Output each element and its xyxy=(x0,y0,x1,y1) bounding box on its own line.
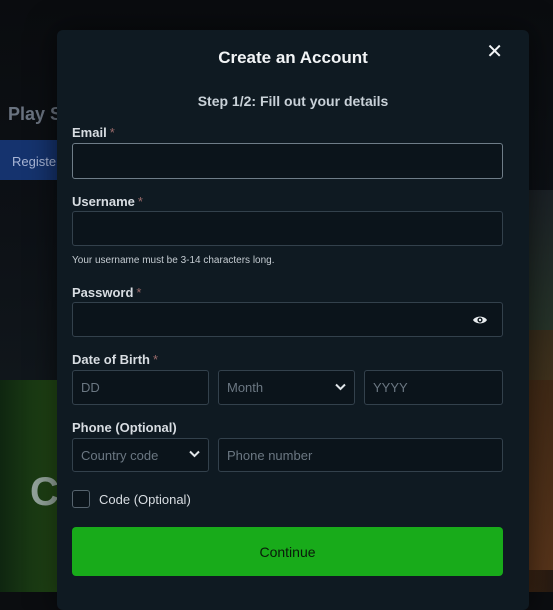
dob-month-value: Month xyxy=(227,380,264,395)
dob-label: Date of Birth * xyxy=(72,352,158,367)
password-field[interactable] xyxy=(72,302,503,337)
dob-year-placeholder: YYYY xyxy=(373,380,408,395)
password-label: Password * xyxy=(72,285,141,300)
eye-icon[interactable] xyxy=(472,312,488,328)
background-register-tab: Registe xyxy=(0,140,60,180)
username-label-text: Username xyxy=(72,194,135,209)
password-label-text: Password xyxy=(72,285,134,300)
code-checkbox[interactable] xyxy=(72,490,90,508)
email-label-text: Email xyxy=(72,125,107,140)
username-hint: Your username must be 3-14 characters lo… xyxy=(72,255,275,266)
close-icon[interactable]: ✕ xyxy=(486,42,503,62)
chevron-down-icon xyxy=(189,449,200,461)
phone-label: Phone (Optional) xyxy=(72,420,177,435)
phone-number-placeholder: Phone number xyxy=(227,447,313,463)
dob-year-field[interactable]: YYYY xyxy=(364,370,503,405)
username-required-marker: * xyxy=(137,194,143,209)
email-field[interactable] xyxy=(72,143,503,179)
email-required-marker: * xyxy=(109,125,115,140)
background-title: Play S xyxy=(8,104,63,124)
password-required-marker: * xyxy=(136,285,142,300)
dob-label-text: Date of Birth xyxy=(72,352,150,367)
code-checkbox-label[interactable]: Code (Optional) xyxy=(99,492,191,507)
country-code-value: Country code xyxy=(81,447,159,463)
username-label: Username * xyxy=(72,194,143,209)
background-letter: C xyxy=(30,470,59,514)
continue-button[interactable]: Continue xyxy=(72,527,503,576)
dob-month-select[interactable]: Month xyxy=(218,370,355,405)
modal-title: Create an Account xyxy=(218,48,368,67)
chevron-down-icon xyxy=(335,382,346,394)
username-field[interactable] xyxy=(72,211,503,246)
phone-number-field[interactable]: Phone number xyxy=(218,438,503,472)
step-indicator: Step 1/2: Fill out your details xyxy=(197,93,389,109)
email-label: Email * xyxy=(72,125,115,140)
dob-required-marker: * xyxy=(153,352,159,367)
dob-day-placeholder: DD xyxy=(81,380,100,395)
create-account-modal: Create an Account ✕ Step 1/2: Fill out y… xyxy=(57,30,529,610)
background-right-block xyxy=(527,330,553,570)
country-code-select[interactable]: Country code xyxy=(72,438,209,472)
dob-day-field[interactable]: DD xyxy=(72,370,209,405)
